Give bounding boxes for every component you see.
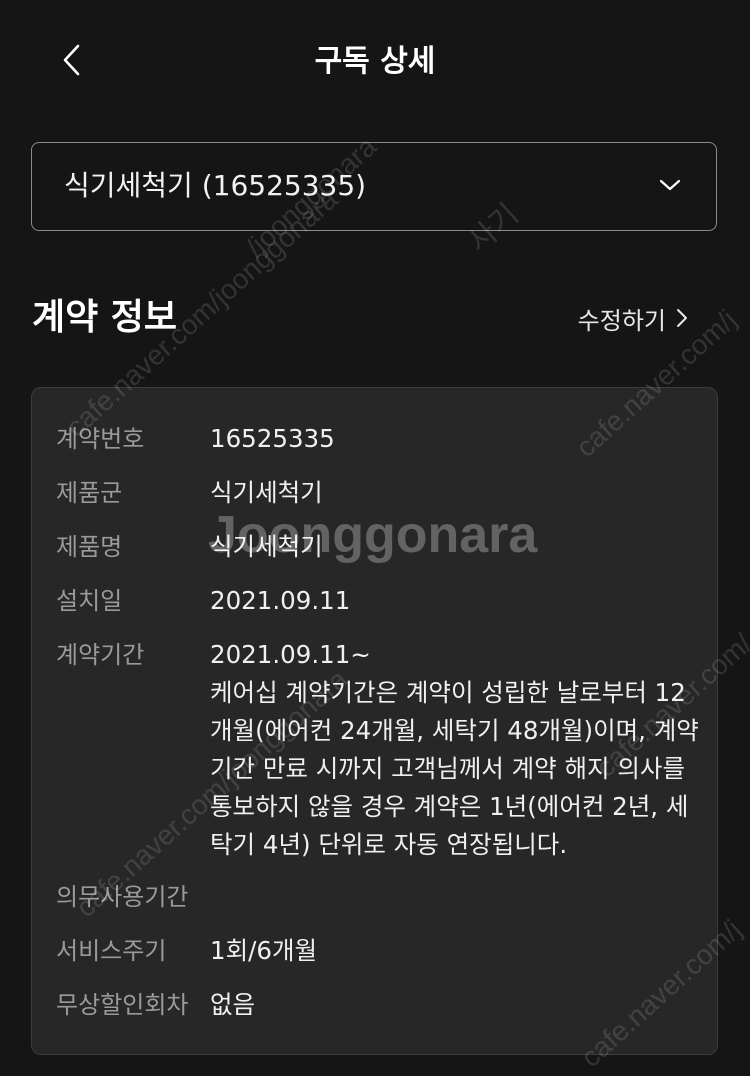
- info-label: 계약번호: [56, 425, 145, 453]
- info-label: 제품군: [56, 479, 123, 507]
- contract-period-line: 개월(에어컨 24개월, 세탁기 48개월)이며, 계약: [210, 716, 699, 745]
- product-select[interactable]: 식기세척기 (16525335): [31, 142, 717, 231]
- info-label: 의무사용기간: [56, 883, 189, 911]
- edit-link-label: 수정하기: [577, 306, 666, 335]
- contract-period-line: 기간 만료 시까지 고객님께서 계약 해지 의사를: [210, 754, 685, 783]
- page-title: 구독 상세: [314, 44, 436, 79]
- chevron-left-icon: [63, 44, 80, 76]
- section-title: 계약 정보: [32, 297, 178, 338]
- info-label: 제품명: [56, 533, 123, 561]
- info-value-multiline: 2021.09.11~ 케어십 계약기간은 계약이 성립한 날로부터 12 개월…: [210, 636, 700, 864]
- contract-info-card: 계약번호 16525335 제품군 식기세척기 제품명 식기세척기 설치일 20…: [31, 387, 718, 1055]
- info-value: 2021.09.11: [210, 586, 351, 615]
- info-label: 계약기간: [56, 641, 145, 669]
- info-value: 16525335: [210, 424, 335, 453]
- chevron-down-icon: [659, 179, 681, 191]
- info-value: 식기세척기: [210, 532, 323, 561]
- contract-period-line: 2021.09.11~: [210, 640, 371, 669]
- edit-link[interactable]: 수정하기: [578, 300, 688, 336]
- product-select-value: 식기세척기 (16525335): [64, 169, 367, 202]
- back-button[interactable]: [48, 36, 96, 84]
- contract-period-line: 탁기 4년) 단위로 자동 연장됩니다.: [210, 830, 568, 859]
- info-label: 서비스주기: [56, 937, 167, 965]
- contract-period-line: 통보하지 않을 경우 계약은 1년(에어컨 2년, 세: [210, 792, 689, 821]
- info-label: 무상할인회차: [56, 991, 189, 1019]
- chevron-right-icon: [677, 309, 687, 327]
- info-value: 1회/6개월: [210, 936, 318, 965]
- contract-period-line: 케어십 계약기간은 계약이 성립한 날로부터 12: [210, 678, 686, 707]
- info-value: 식기세척기: [210, 478, 323, 507]
- header: 구독 상세: [0, 0, 750, 124]
- info-label: 설치일: [56, 587, 123, 615]
- info-value: 없음: [210, 990, 256, 1019]
